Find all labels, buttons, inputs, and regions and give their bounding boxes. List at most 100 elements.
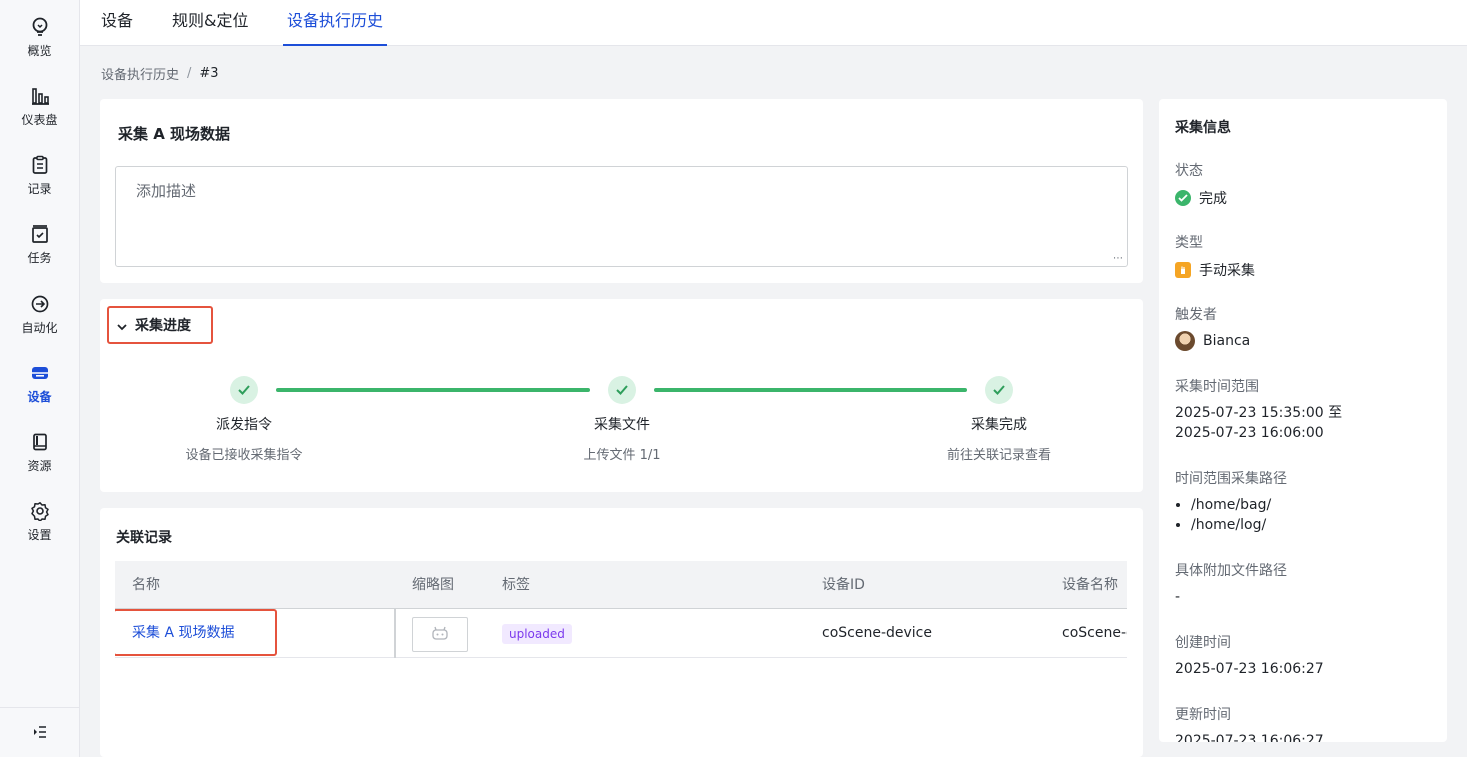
type-value: 手动采集 <box>1175 260 1255 280</box>
paths-label: 时间范围采集路径 <box>1175 471 1287 487</box>
collection-info-panel: 采集信息 状态 完成 类型 手动采集 触发者 Bianca 采集时间范围 202… <box>1159 99 1447 742</box>
description-placeholder: 添加描述 <box>136 182 197 200</box>
column-header-device-id: 设备ID <box>822 577 865 593</box>
chevron-down-icon <box>117 316 127 335</box>
clipboard-icon <box>29 154 51 176</box>
column-header-tags: 标签 <box>502 577 530 593</box>
info-title: 采集信息 <box>1175 120 1231 136</box>
sidebar-item-settings[interactable]: 设置 <box>0 496 79 556</box>
collapse-sidebar-button[interactable] <box>0 707 79 757</box>
task-icon <box>29 223 51 245</box>
records-table: 名称 缩略图 标签 设备ID 设备名称 采集 A 现场数据 uploaded c… <box>115 561 1127 659</box>
sidebar-item-label: 任务 <box>27 251 52 265</box>
related-records-card: 关联记录 名称 缩略图 标签 设备ID 设备名称 采集 A 现场数据 uploa… <box>100 508 1143 757</box>
updated-label: 更新时间 <box>1175 707 1231 723</box>
column-resize-handle[interactable] <box>394 609 396 658</box>
sidebar-item-dashboard[interactable]: 仪表盘 <box>0 81 79 141</box>
path-item: /home/bag/ <box>1191 495 1271 515</box>
column-header-thumbnail: 缩略图 <box>412 577 454 593</box>
bar-chart-icon <box>29 85 51 107</box>
device-name-cell: coScene-d <box>1062 625 1127 641</box>
paths-list: /home/bag/ /home/log/ <box>1191 495 1271 535</box>
progress-section-label: 采集进度 <box>135 318 191 334</box>
sidebar-item-label: 设备 <box>27 390 52 404</box>
table-header: 名称 缩略图 标签 设备ID 设备名称 <box>115 561 1127 609</box>
sidebar-item-label: 概览 <box>27 44 52 58</box>
step-check-icon <box>985 376 1013 404</box>
trigger-name: Bianca <box>1203 333 1251 349</box>
sidebar-item-label: 自动化 <box>21 321 58 335</box>
extra-files-value: - <box>1175 589 1181 605</box>
time-range-start: 2025-07-23 15:35:00 至 <box>1175 405 1343 421</box>
step-complete: 采集完成 前往关联记录查看 <box>899 376 1099 463</box>
step-check-icon <box>608 376 636 404</box>
step-description: 设备已接收采集指令 <box>185 448 303 463</box>
sidebar-item-devices[interactable]: 设备 <box>0 358 79 418</box>
sidebar-item-records[interactable]: 记录 <box>0 150 79 210</box>
task-header-card: 采集 A 现场数据 添加描述 ⋯ <box>100 99 1143 283</box>
related-records-title: 关联记录 <box>116 530 172 546</box>
book-icon <box>29 431 51 453</box>
step-dispatch: 派发指令 设备已接收采集指令 <box>144 376 344 463</box>
resize-handle-icon[interactable]: ⋯ <box>1113 253 1123 264</box>
sidebar-item-resources[interactable]: 资源 <box>0 427 79 487</box>
automation-icon <box>29 293 51 315</box>
time-range-end: 2025-07-23 16:06:00 <box>1175 425 1324 441</box>
breadcrumb-current: #3 <box>199 66 219 81</box>
task-title: 采集 A 现场数据 <box>118 125 231 143</box>
top-tab-bar: 设备 规则&定位 设备执行历史 <box>80 0 1467 46</box>
step-check-icon <box>230 376 258 404</box>
sidebar-item-label: 设置 <box>27 528 52 542</box>
robot-placeholder-icon <box>431 625 449 645</box>
device-id-cell: coScene-device <box>822 625 932 641</box>
sidebar-item-tasks[interactable]: 任务 <box>0 219 79 279</box>
tag-badge: uploaded <box>502 624 572 644</box>
type-label: 类型 <box>1175 235 1203 251</box>
trigger-value: Bianca <box>1175 331 1250 351</box>
progress-collapse-toggle[interactable]: 采集进度 <box>107 306 213 344</box>
tab-rules-positioning[interactable]: 规则&定位 <box>172 0 248 46</box>
record-name-link[interactable]: 采集 A 现场数据 <box>132 609 234 658</box>
created-value: 2025-07-23 16:06:27 <box>1175 661 1324 677</box>
step-title: 派发指令 <box>216 417 272 433</box>
status-text: 完成 <box>1199 191 1227 207</box>
sidebar-item-label: 记录 <box>27 182 52 196</box>
trigger-label: 触发者 <box>1175 307 1217 323</box>
step-collect-files: 采集文件 上传文件 1/1 <box>522 376 722 463</box>
tab-devices[interactable]: 设备 <box>101 0 133 46</box>
extra-files-label: 具体附加文件路径 <box>1175 563 1287 579</box>
created-label: 创建时间 <box>1175 635 1231 651</box>
step-title: 采集完成 <box>971 417 1027 433</box>
breadcrumb: 设备执行历史 / #3 <box>101 64 219 83</box>
sidebar: 概览 仪表盘 记录 任务 自动化 设备 资源 设置 <box>0 0 80 757</box>
manual-collect-icon <box>1175 262 1191 278</box>
status-label: 状态 <box>1175 163 1203 179</box>
step-description: 上传文件 1/1 <box>583 448 661 463</box>
record-thumbnail[interactable] <box>412 617 468 652</box>
sidebar-item-automation[interactable]: 自动化 <box>0 289 79 349</box>
sidebar-item-overview[interactable]: 概览 <box>0 12 79 72</box>
table-row[interactable]: 采集 A 现场数据 uploaded coScene-device coScen… <box>115 609 1127 658</box>
time-range-label: 采集时间范围 <box>1175 379 1259 395</box>
updated-value: 2025-07-23 16:06:27 <box>1175 733 1324 742</box>
step-title: 采集文件 <box>594 417 650 433</box>
collapse-sidebar-icon <box>33 723 47 742</box>
sidebar-item-label: 资源 <box>27 459 52 473</box>
check-circle-icon <box>1175 190 1191 206</box>
breadcrumb-separator: / <box>187 66 192 81</box>
column-header-device-name: 设备名称 <box>1062 577 1118 593</box>
sidebar-item-label: 仪表盘 <box>21 113 58 127</box>
breadcrumb-parent-link[interactable]: 设备执行历史 <box>101 64 179 83</box>
type-text: 手动采集 <box>1199 263 1255 279</box>
device-icon <box>29 362 51 384</box>
description-field[interactable]: 添加描述 ⋯ <box>115 166 1128 267</box>
column-header-name: 名称 <box>132 577 160 593</box>
tab-execution-history[interactable]: 设备执行历史 <box>283 0 388 46</box>
status-value: 完成 <box>1175 188 1227 208</box>
avatar <box>1175 331 1195 351</box>
progress-card: 采集进度 派发指令 设备已接收采集指令 采集文件 上传文件 1/1 采集完成 前… <box>100 299 1143 492</box>
path-item: /home/log/ <box>1191 515 1271 535</box>
gear-icon <box>29 500 51 522</box>
step-description[interactable]: 前往关联记录查看 <box>899 444 1099 463</box>
lightbulb-icon <box>29 16 51 38</box>
